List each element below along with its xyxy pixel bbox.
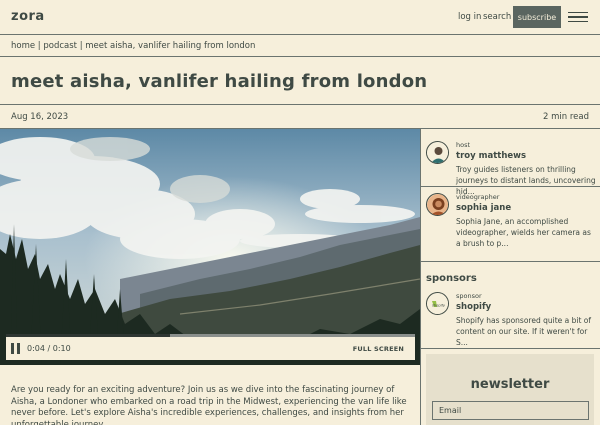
sponsor-logo: shopify [426,292,449,315]
newsletter-box: newsletter [426,354,594,425]
search-link[interactable]: search [483,12,511,22]
publish-date: Aug 16, 2023 [11,112,69,122]
person-bio: Sophia Jane, an accomplished videographe… [456,217,591,248]
hamburger-menu-icon[interactable] [568,12,588,22]
divider [421,186,600,187]
top-bar: zora log in search subscribe [0,0,600,35]
sponsor-bio: Shopify has sponsored quite a bit of con… [456,316,592,347]
email-field[interactable] [432,401,589,420]
read-time: 2 min read [543,112,589,122]
person-role: sponsor [456,292,482,300]
videographer-card[interactable]: videographer sophia jane Sophia Jane, an… [426,193,600,248]
host-card[interactable]: host troy matthews Troy guides listeners… [426,141,600,196]
site-logo[interactable]: zora [11,9,45,24]
person-role: videographer [456,193,500,201]
newsletter-title: newsletter [470,377,550,392]
article-intro: Are you ready for an exciting adventure?… [11,385,407,425]
fullscreen-button[interactable]: FULL SCREEN [353,345,404,353]
video-controls: 0:04 / 0:10 FULL SCREEN [6,337,415,360]
pause-icon[interactable] [11,343,21,354]
breadcrumb[interactable]: home | podcast | meet aisha, vanlifer ha… [0,35,600,57]
video-time: 0:04 / 0:10 [27,344,71,353]
divider [421,261,600,262]
video-player[interactable]: 0:04 / 0:10 FULL SCREEN [0,129,420,365]
divider [421,348,600,349]
person-role: host [456,141,471,149]
page-title: meet aisha, vanlifer hailing from london [11,71,428,92]
sponsors-heading: sponsors [426,273,477,284]
subscribe-button[interactable]: subscribe [513,6,561,28]
sponsor-name[interactable]: shopify [456,302,491,312]
avatar [426,193,449,216]
person-name[interactable]: sophia jane [456,203,511,213]
video-frame [0,129,420,365]
sponsor-logo-text: shopify [432,304,446,308]
login-link[interactable]: log in [458,12,481,22]
person-name[interactable]: troy matthews [456,151,526,161]
divider [0,104,600,105]
sidebar-divider [420,128,421,425]
avatar [426,141,449,164]
sponsor-card[interactable]: shopify sponsor shopify Shopify has spon… [426,292,600,347]
